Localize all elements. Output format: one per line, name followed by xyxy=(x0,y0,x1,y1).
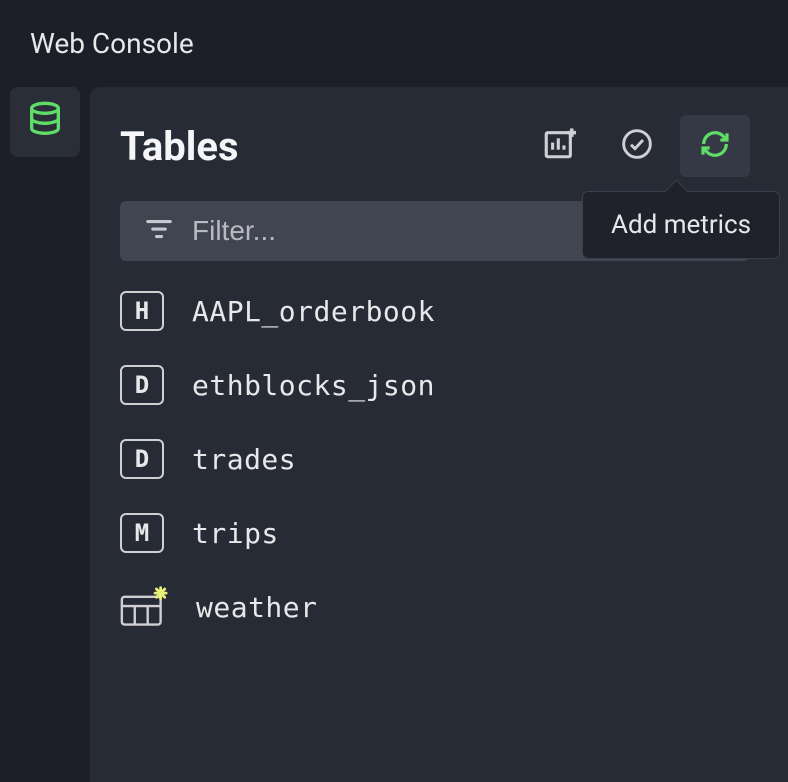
partition-type-badge: M xyxy=(120,513,164,553)
filter-lines-icon xyxy=(144,214,174,248)
table-row[interactable]: H AAPL_orderbook xyxy=(120,291,750,331)
add-metrics-tooltip: Add metrics xyxy=(582,191,780,259)
left-rail xyxy=(0,87,90,782)
add-metrics-button[interactable] xyxy=(524,115,594,177)
titlebar: Web Console xyxy=(0,0,788,87)
partition-type-badge: D xyxy=(120,439,164,479)
table-name: trips xyxy=(192,517,279,550)
database-icon xyxy=(25,100,65,144)
partition-type-badge: H xyxy=(120,291,164,331)
main-area: Tables xyxy=(0,87,788,782)
table-name: ethblocks_json xyxy=(192,369,435,402)
chart-plus-icon xyxy=(542,127,576,165)
table-name: weather xyxy=(196,591,318,624)
table-row[interactable]: weather xyxy=(120,587,750,627)
table-name: AAPL_orderbook xyxy=(192,295,435,328)
database-nav-button[interactable] xyxy=(10,87,80,157)
panel-title: Tables xyxy=(120,123,239,170)
table-name: trades xyxy=(192,443,296,476)
check-button[interactable] xyxy=(602,115,672,177)
header-actions xyxy=(524,115,750,177)
refresh-button[interactable] xyxy=(680,115,750,177)
app-title: Web Console xyxy=(30,27,194,60)
tooltip-text: Add metrics xyxy=(611,210,751,240)
materialized-view-icon xyxy=(120,587,168,627)
table-row[interactable]: D ethblocks_json xyxy=(120,365,750,405)
refresh-icon xyxy=(699,128,731,164)
table-row[interactable]: M trips xyxy=(120,513,750,553)
check-circle-icon xyxy=(621,128,653,164)
table-list: H AAPL_orderbook D ethblocks_json D trad… xyxy=(120,291,750,627)
table-row[interactable]: D trades xyxy=(120,439,750,479)
tables-panel: Tables xyxy=(90,87,788,782)
panel-header: Tables xyxy=(120,115,750,177)
partition-type-badge: D xyxy=(120,365,164,405)
